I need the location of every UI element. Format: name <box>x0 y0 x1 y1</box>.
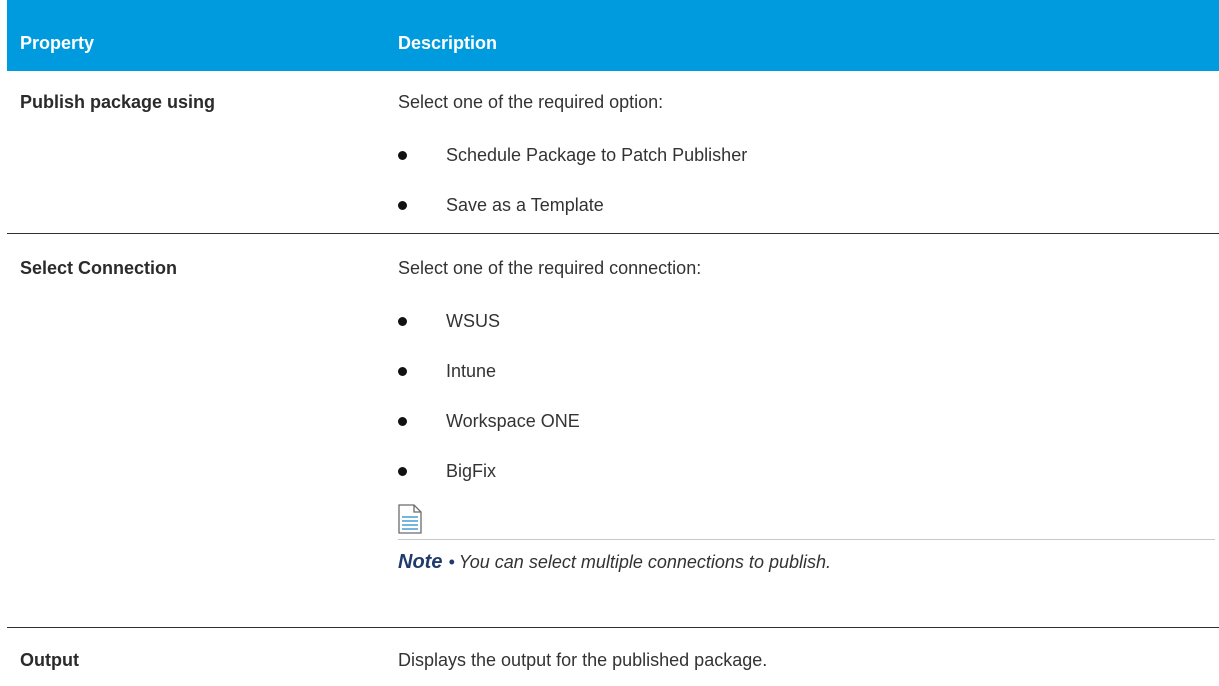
list-item-text: WSUS <box>446 311 500 331</box>
property-output: Output <box>20 650 79 670</box>
description-publish-package: Select one of the required option: <box>398 92 664 112</box>
note-separator: • <box>448 552 455 572</box>
table-row-output: Output Displays the output for the publi… <box>7 628 1219 686</box>
list-item-text: Intune <box>446 361 497 381</box>
bullet-icon <box>398 467 407 476</box>
list-item-text: BigFix <box>446 461 497 481</box>
table-header: Property Description <box>7 0 1219 71</box>
property-select-connection: Select Connection <box>20 258 178 278</box>
list-item-text: Save as a Template <box>446 195 604 215</box>
bullet-icon <box>398 417 407 426</box>
document-note-icon <box>398 504 422 539</box>
bullet-icon <box>398 201 407 210</box>
note-divider <box>398 539 1215 540</box>
header-description: Description <box>398 33 498 53</box>
note-label: Note <box>398 551 443 573</box>
description-select-connection: Select one of the required connection: <box>398 258 702 278</box>
list-item-text: Workspace ONE <box>446 411 580 431</box>
bullet-icon <box>398 367 407 376</box>
bullet-icon <box>398 151 407 160</box>
properties-table: Property Description Publish package usi… <box>7 0 1219 686</box>
description-output: Displays the output for the published pa… <box>398 650 768 670</box>
note-text: You can select multiple connections to p… <box>458 552 831 572</box>
header-property: Property <box>20 33 95 53</box>
note: Note • You can select multiple connections… <box>398 551 831 574</box>
table-row-publish-package: Publish package using Select one of the … <box>7 71 1219 234</box>
table-row-select-connection: Select Connection Select one of the requ… <box>7 234 1219 628</box>
list-item-text: Schedule Package to Patch Publisher <box>446 145 748 165</box>
property-publish-package: Publish package using <box>20 92 216 112</box>
bullet-icon <box>398 317 407 326</box>
